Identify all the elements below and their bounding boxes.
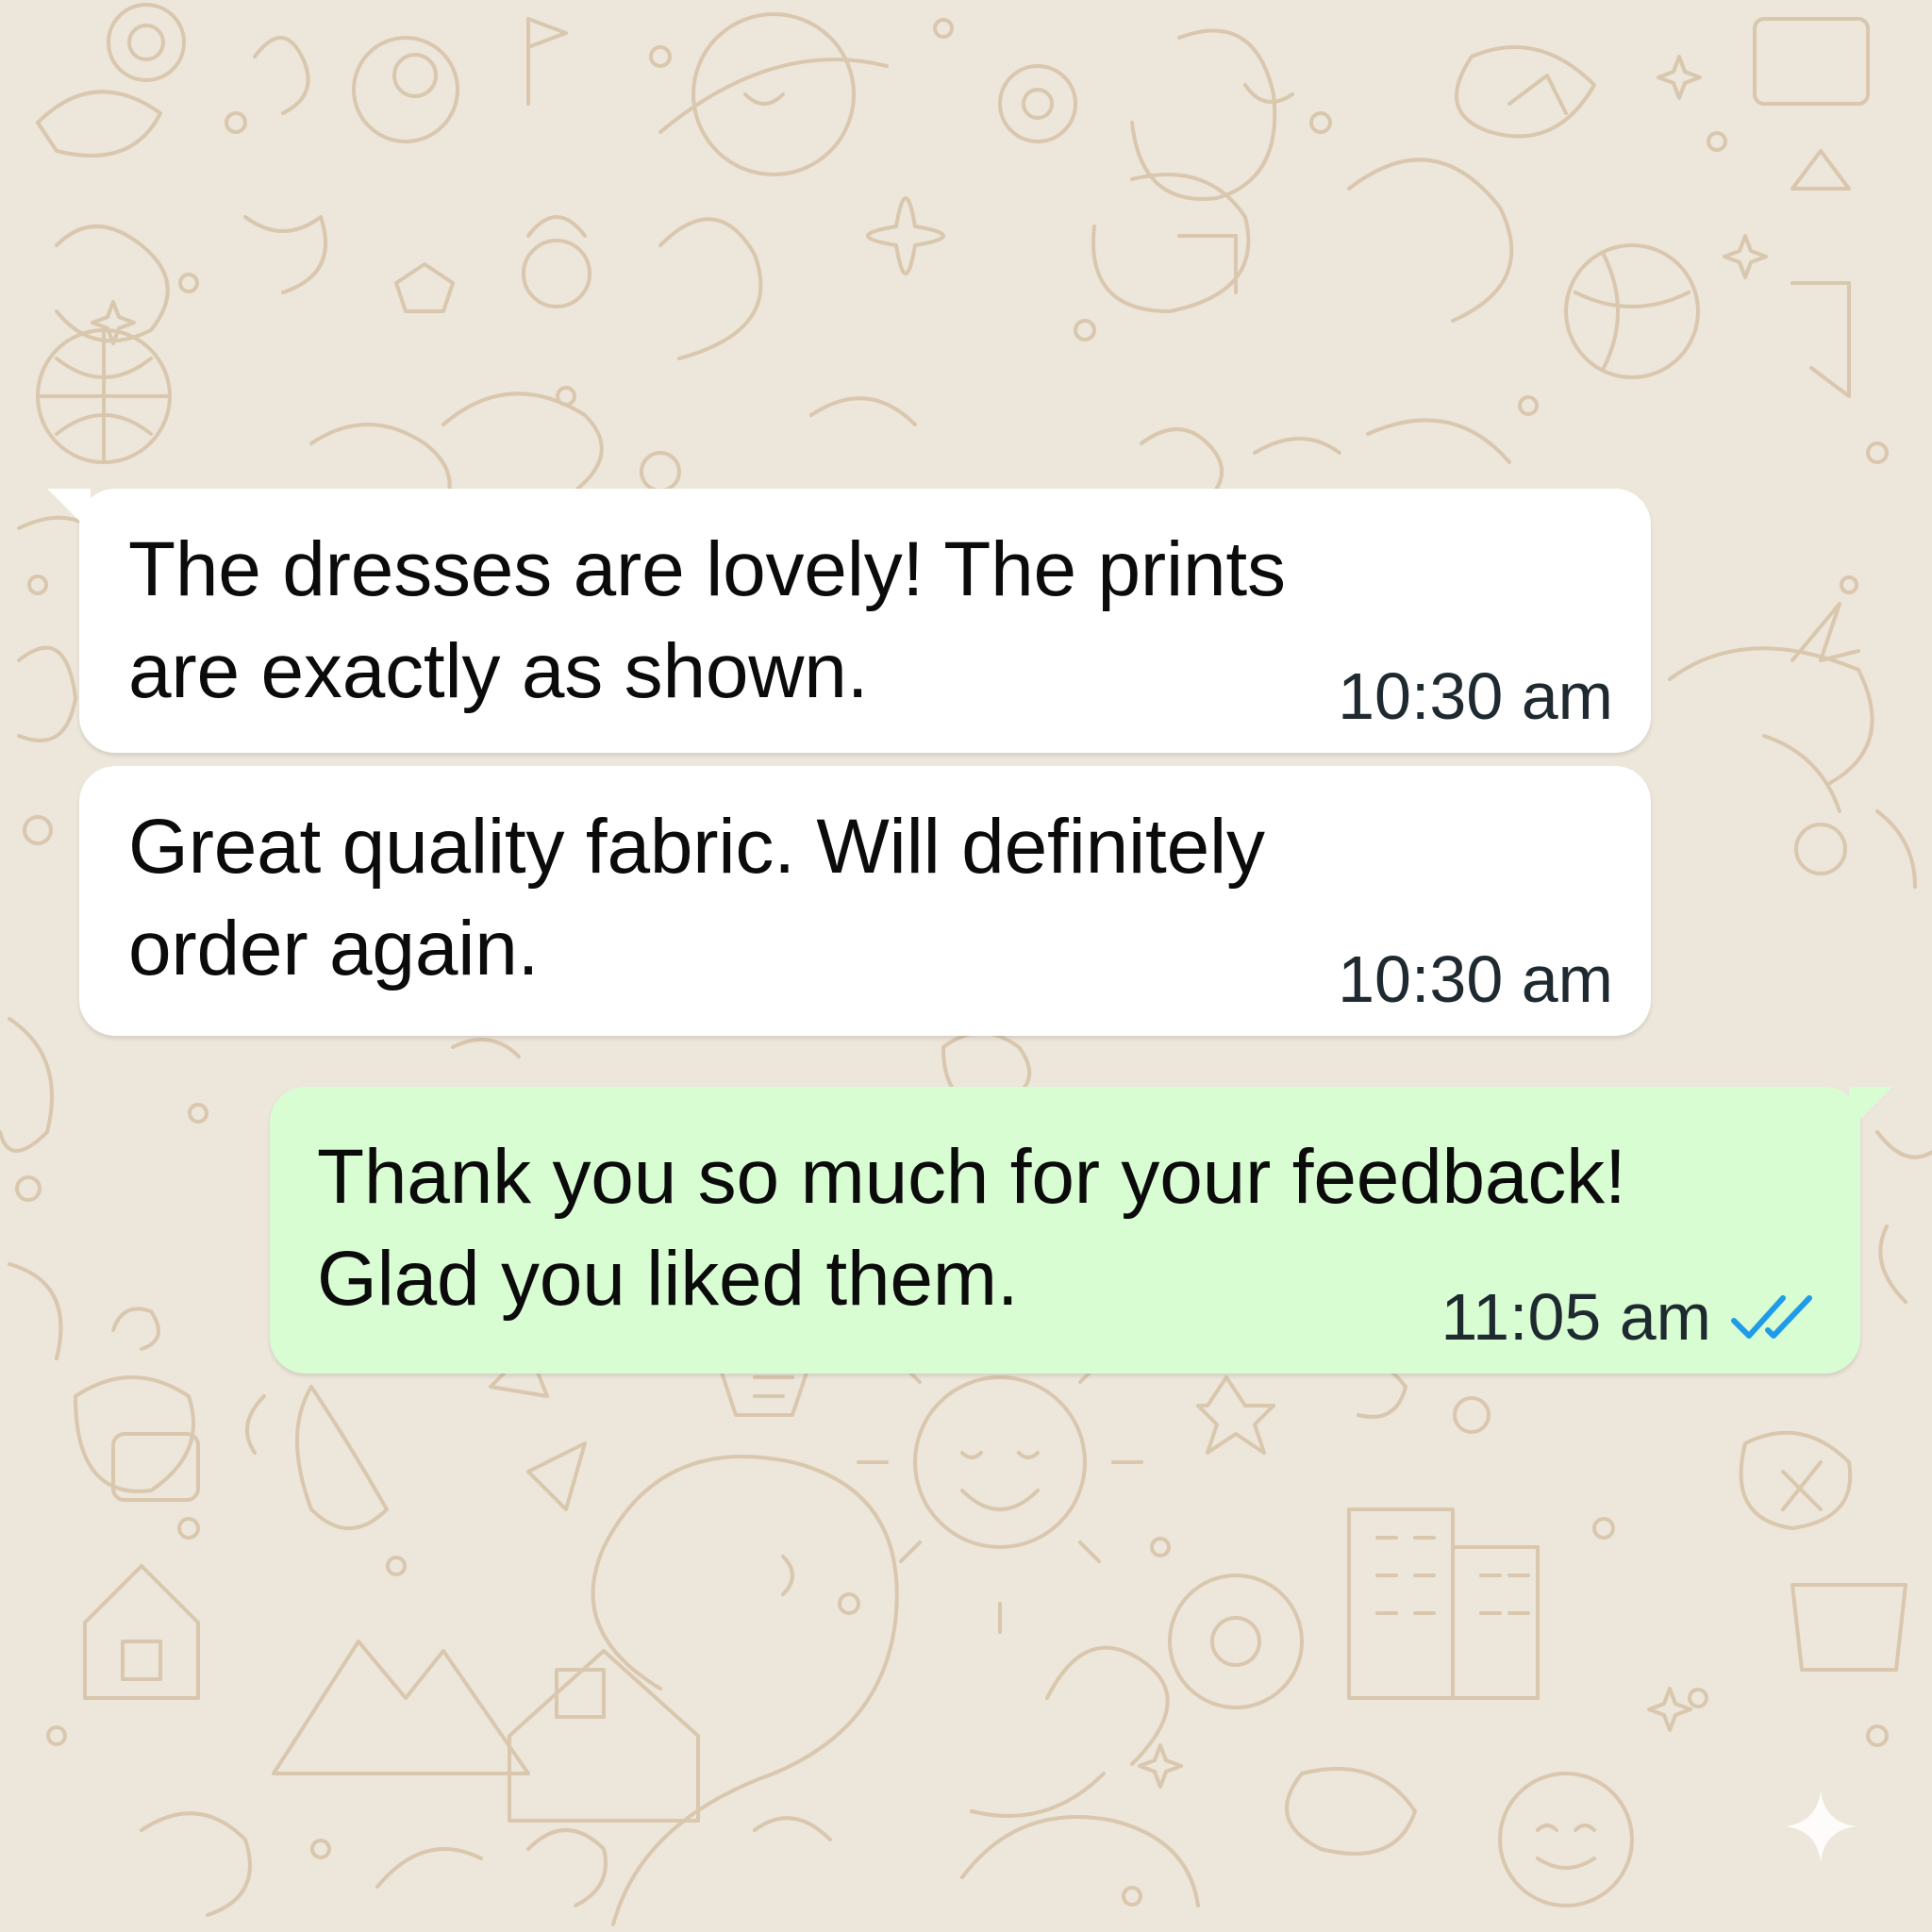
message-time: 11:05 am	[1441, 1280, 1711, 1354]
message-time: 10:30 am	[1338, 942, 1613, 1016]
message-meta: 10:30 am	[1338, 941, 1613, 1017]
message-meta: 10:30 am	[1338, 658, 1613, 734]
incoming-message-bubble[interactable]: The dresses are lovely! The prints are e…	[47, 489, 1651, 753]
message-text: Great quality fabric. Will definitely or…	[128, 804, 1265, 991]
message-time: 10:30 am	[1338, 659, 1613, 733]
bubble-tail	[47, 489, 91, 532]
sparkle-icon	[1785, 1790, 1857, 1862]
incoming-message-bubble[interactable]: Great quality fabric. Will definitely or…	[79, 766, 1651, 1036]
message-meta: 11:05 am	[1441, 1279, 1815, 1355]
outgoing-message-bubble[interactable]: Thank you so much for your feedback! Gla…	[270, 1087, 1892, 1374]
double-check-icon	[1731, 1295, 1812, 1339]
message-text: The dresses are lovely! The prints are e…	[128, 526, 1286, 714]
bubble-tail	[1849, 1087, 1892, 1130]
